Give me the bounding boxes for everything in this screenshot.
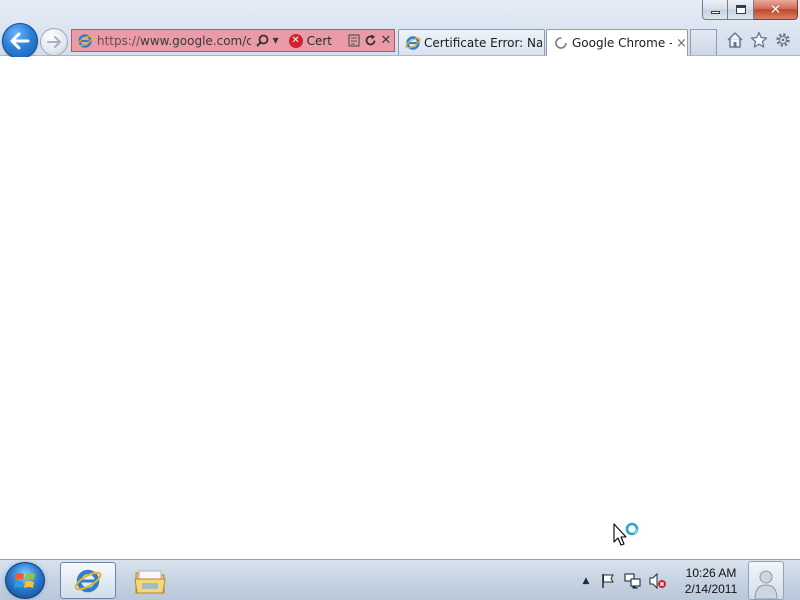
- busy-pointer-icon: [613, 522, 639, 546]
- favorites-button[interactable]: [749, 30, 769, 50]
- action-center-flag-icon: [602, 574, 614, 588]
- forward-arrow-icon: [47, 36, 61, 48]
- search-icon: [256, 34, 269, 47]
- stop-icon: ✕: [380, 33, 392, 48]
- system-clock[interactable]: 10:26 AM 2/14/2011: [678, 565, 744, 597]
- user-icon: [754, 570, 778, 599]
- minimize-icon: [710, 11, 720, 14]
- ie-page-icon: [405, 35, 421, 50]
- search-button[interactable]: [255, 33, 271, 49]
- refresh-button[interactable]: [362, 33, 378, 49]
- volume-button[interactable]: [649, 572, 667, 590]
- network-icon: [624, 573, 641, 589]
- back-arrow-icon: [10, 32, 30, 50]
- user-tile-button[interactable]: [748, 561, 784, 600]
- tab-title: Google Chrome -...: [572, 36, 672, 50]
- compatibility-view-icon: [348, 34, 360, 47]
- stop-button[interactable]: ✕: [378, 33, 394, 49]
- start-button[interactable]: [5, 562, 45, 599]
- favorites-star-icon: [750, 31, 768, 48]
- home-icon: [727, 32, 743, 48]
- certificate-error-label[interactable]: Cert: [307, 34, 342, 48]
- minimize-button[interactable]: [702, 0, 728, 20]
- tab-title: Certificate Error: Nav...: [424, 35, 542, 50]
- home-button[interactable]: [725, 30, 745, 50]
- browser-chrome: ✕ https://www.google.com/chr ▼ ✕ Cert: [0, 0, 800, 59]
- caption-buttons: ✕: [702, 0, 798, 20]
- clock-time: 10:26 AM: [685, 566, 737, 580]
- address-bar[interactable]: https://www.google.com/chr ▼ ✕ Cert ✕: [71, 29, 395, 52]
- show-hidden-icons[interactable]: ▲: [580, 572, 592, 590]
- page-content[interactable]: [0, 57, 800, 559]
- restore-button[interactable]: [728, 0, 754, 20]
- close-window-button[interactable]: ✕: [754, 0, 798, 20]
- taskbar-internet-explorer[interactable]: [60, 562, 116, 599]
- tab-google-chrome[interactable]: Google Chrome -... ×: [546, 29, 688, 56]
- compatibility-view-button[interactable]: [346, 33, 362, 49]
- windows-explorer-icon: [134, 570, 166, 593]
- url-scheme: https://: [97, 33, 141, 48]
- tab-certificate-error[interactable]: Certificate Error: Nav...: [398, 29, 545, 55]
- close-tab-button[interactable]: ×: [676, 36, 687, 51]
- address-url[interactable]: https://www.google.com/chr: [97, 34, 251, 48]
- refresh-icon: [365, 34, 375, 46]
- notification-area: ▲: [580, 570, 674, 592]
- tools-button[interactable]: [773, 30, 793, 50]
- url-host: www.google.com/chr: [140, 33, 251, 48]
- taskbar-windows-explorer[interactable]: [122, 562, 178, 599]
- clock-date: 2/14/2011: [684, 582, 738, 596]
- certificate-error-icon[interactable]: ✕: [288, 33, 303, 48]
- volume-muted-icon: [649, 573, 666, 589]
- network-button[interactable]: [624, 572, 642, 590]
- forward-button[interactable]: [40, 28, 68, 56]
- close-icon: ✕: [769, 1, 782, 18]
- new-tab-button[interactable]: [690, 29, 717, 55]
- tools-gear-icon: [776, 33, 790, 47]
- back-button[interactable]: [2, 23, 38, 59]
- action-center-button[interactable]: [599, 572, 617, 590]
- internet-explorer-icon: [74, 569, 102, 592]
- restore-icon: [735, 5, 746, 14]
- address-dropdown-button[interactable]: ▼: [271, 33, 281, 49]
- windows-logo-icon: [14, 572, 35, 588]
- dropdown-icon: ▼: [272, 36, 279, 45]
- ie-page-icon: [77, 33, 93, 48]
- loading-icon: [555, 37, 567, 49]
- taskbar: ▲ 10:26 AM 2/14/2011: [0, 559, 800, 600]
